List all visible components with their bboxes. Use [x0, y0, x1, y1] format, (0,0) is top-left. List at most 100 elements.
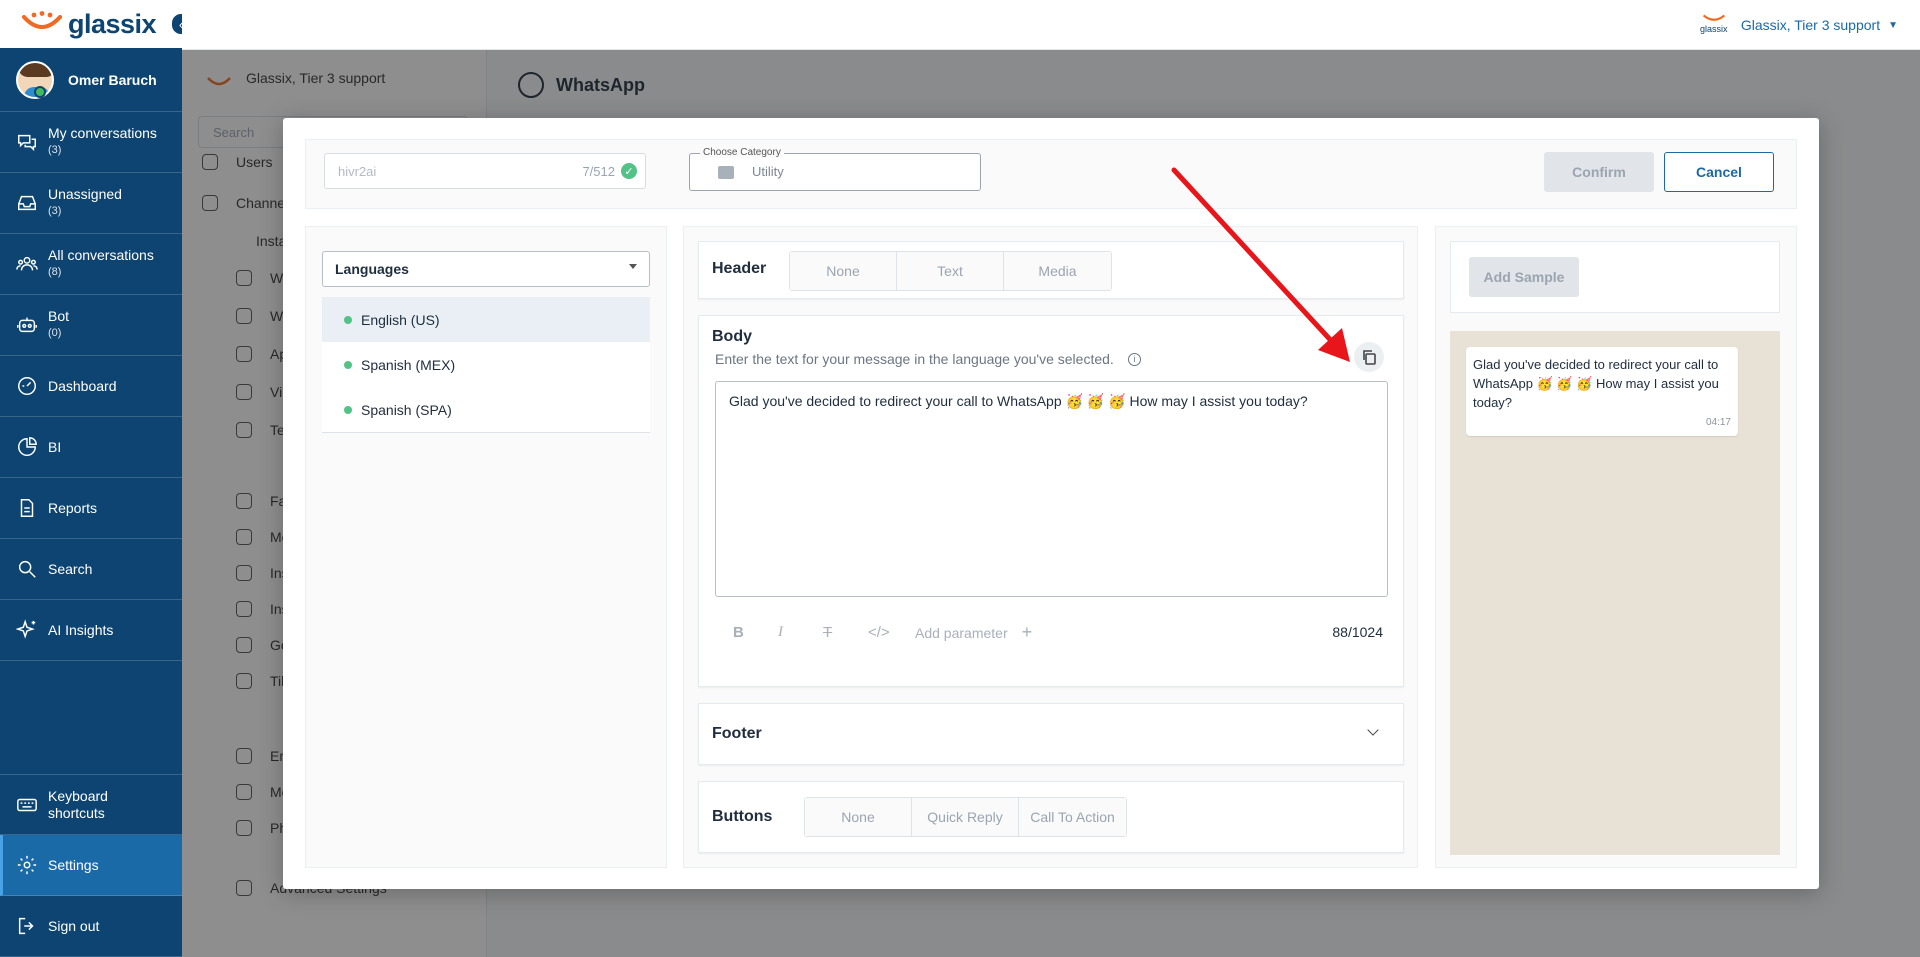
- nav-count: (3): [48, 205, 62, 217]
- chevron-down-icon[interactable]: [1367, 724, 1379, 736]
- nav-item-bot[interactable]: Bot (0): [0, 295, 182, 356]
- body-textarea[interactable]: Glad you've decided to redirect your cal…: [715, 381, 1388, 597]
- account-name: Glassix, Tier 3 support: [1740, 17, 1881, 33]
- nav-item-keyboard-shortcuts[interactable]: Keyboard shortcuts: [0, 774, 182, 835]
- account-switcher[interactable]: glassix Glassix, Tier 3 support ▼: [1699, 12, 1898, 38]
- account-logo-text: glassix: [1700, 24, 1728, 34]
- nav-item-all-conversations[interactable]: All conversations (8): [0, 234, 182, 295]
- template-editor-panel: Header None Text Media Body Enter the te…: [683, 226, 1418, 868]
- account-logo: glassix: [1699, 12, 1729, 38]
- message-bubble: Glad you've decided to redirect your cal…: [1466, 347, 1738, 436]
- nav-label: Bot: [48, 308, 70, 324]
- template-name-input[interactable]: hivr2ai 7/512 ✓: [324, 153, 646, 189]
- cancel-button[interactable]: Cancel: [1664, 152, 1774, 192]
- chat-bubbles-icon: [16, 131, 38, 153]
- add-parameter-button[interactable]: Add parameter: [915, 625, 1008, 641]
- code-icon[interactable]: </>: [868, 624, 913, 641]
- dashboard-icon: [16, 375, 38, 397]
- italic-icon[interactable]: I: [778, 624, 823, 641]
- languages-label: Languages: [335, 261, 409, 277]
- header-option-none[interactable]: None: [790, 252, 897, 290]
- bold-icon[interactable]: B: [733, 624, 778, 641]
- nav-label: All conversations: [48, 247, 154, 263]
- preview-panel: Add Sample Glad you've decided to redire…: [1435, 226, 1797, 868]
- nav-count: (8): [48, 266, 62, 278]
- nav-bottom: Keyboard shortcuts Settings Sign out: [0, 774, 182, 957]
- footer-title: Footer: [712, 725, 762, 742]
- top-bar: glassix Glassix, Tier 3 support ▼: [182, 0, 1920, 50]
- nav-item-dashboard[interactable]: Dashboard: [0, 356, 182, 417]
- buttons-section: Buttons None Quick Reply Call To Action: [698, 781, 1404, 853]
- brand-name: glassix: [68, 8, 157, 39]
- footer-section[interactable]: Footer: [698, 703, 1404, 765]
- nav-item-bi[interactable]: BI: [0, 417, 182, 478]
- sparkle-icon: [16, 619, 38, 641]
- language-item-spanish-mex[interactable]: Spanish (MEX): [322, 342, 650, 387]
- body-char-count: 88/1024: [1332, 624, 1383, 640]
- body-help-text: Enter the text for your message in the l…: [715, 351, 1141, 367]
- copy-icon: [1363, 350, 1376, 365]
- template-name-value: hivr2ai: [338, 164, 377, 179]
- header-title: Header: [712, 260, 767, 277]
- buttons-option-none[interactable]: None: [805, 798, 912, 836]
- header-section: Header None Text Media: [698, 241, 1404, 299]
- confirm-button[interactable]: Confirm: [1544, 152, 1654, 192]
- nav-label: Search: [48, 560, 93, 577]
- user-profile[interactable]: Omer Baruch: [0, 48, 182, 112]
- nav-label: Unassigned: [48, 186, 122, 202]
- language-label: Spanish (MEX): [361, 356, 456, 373]
- briefcase-icon: [718, 166, 734, 179]
- status-dot-icon: [344, 405, 352, 414]
- nav-item-settings[interactable]: Settings: [0, 835, 182, 896]
- template-editor-modal: hivr2ai 7/512 ✓ Choose Category Utility …: [283, 118, 1819, 889]
- category-value: Utility: [752, 164, 784, 179]
- category-select[interactable]: Choose Category Utility: [689, 147, 981, 191]
- nav-label: Keyboard shortcuts: [48, 787, 108, 821]
- document-icon: [16, 497, 38, 519]
- language-item-spanish-spa[interactable]: Spanish (SPA): [322, 387, 650, 432]
- search-icon: [16, 558, 38, 580]
- users-icon: [16, 253, 38, 275]
- robot-icon: [16, 314, 38, 336]
- language-item-english-us[interactable]: English (US): [322, 297, 650, 342]
- header-option-text[interactable]: Text: [897, 252, 1004, 290]
- nav-item-search[interactable]: Search: [0, 539, 182, 600]
- message-text: Glad you've decided to redirect your cal…: [1473, 357, 1719, 410]
- header-option-media[interactable]: Media: [1004, 252, 1111, 290]
- nav-list: My conversations (3) Unassigned (3) All co…: [0, 112, 182, 661]
- user-name: Omer Baruch: [68, 71, 157, 88]
- plus-icon[interactable]: +: [1022, 622, 1033, 643]
- nav-item-my-conversations[interactable]: My conversations (3): [0, 112, 182, 173]
- nav-item-reports[interactable]: Reports: [0, 478, 182, 539]
- language-label: Spanish (SPA): [361, 401, 452, 418]
- status-dot-icon: [344, 315, 352, 324]
- category-legend: Choose Category: [700, 147, 784, 158]
- message-time: 04:17: [1705, 417, 1731, 428]
- strikethrough-icon[interactable]: T: [823, 624, 868, 641]
- nav-label: BI: [48, 438, 62, 455]
- brand-logo[interactable]: glassix ‹: [0, 0, 192, 48]
- copy-button[interactable]: [1354, 342, 1384, 372]
- nav-label: Dashboard: [48, 377, 117, 394]
- body-title: Body: [712, 328, 752, 345]
- buttons-option-call-to-action[interactable]: Call To Action: [1019, 798, 1126, 836]
- header-type-selector: None Text Media: [789, 251, 1112, 291]
- language-label: English (US): [361, 311, 440, 328]
- buttons-option-quick-reply[interactable]: Quick Reply: [912, 798, 1019, 836]
- sign-out-icon: [16, 915, 38, 937]
- nav-item-sign-out[interactable]: Sign out: [0, 896, 182, 957]
- caret-down-icon: [629, 264, 637, 269]
- nav-item-unassigned[interactable]: Unassigned (3): [0, 173, 182, 234]
- languages-dropdown[interactable]: Languages: [322, 251, 650, 287]
- whatsapp-preview: Glad you've decided to redirect your cal…: [1450, 331, 1780, 855]
- keyboard-icon: [16, 794, 38, 816]
- glassix-logo-icon: [1702, 14, 1725, 21]
- buttons-type-selector: None Quick Reply Call To Action: [804, 797, 1127, 837]
- online-status-icon: [34, 86, 46, 98]
- add-sample-button[interactable]: Add Sample: [1469, 257, 1579, 297]
- nav-item-ai-insights[interactable]: AI Insights: [0, 600, 182, 661]
- glassix-logo-icon: [20, 11, 64, 37]
- nav-label: Reports: [48, 499, 98, 516]
- pie-chart-icon: [16, 436, 38, 458]
- info-icon[interactable]: i: [1127, 352, 1141, 366]
